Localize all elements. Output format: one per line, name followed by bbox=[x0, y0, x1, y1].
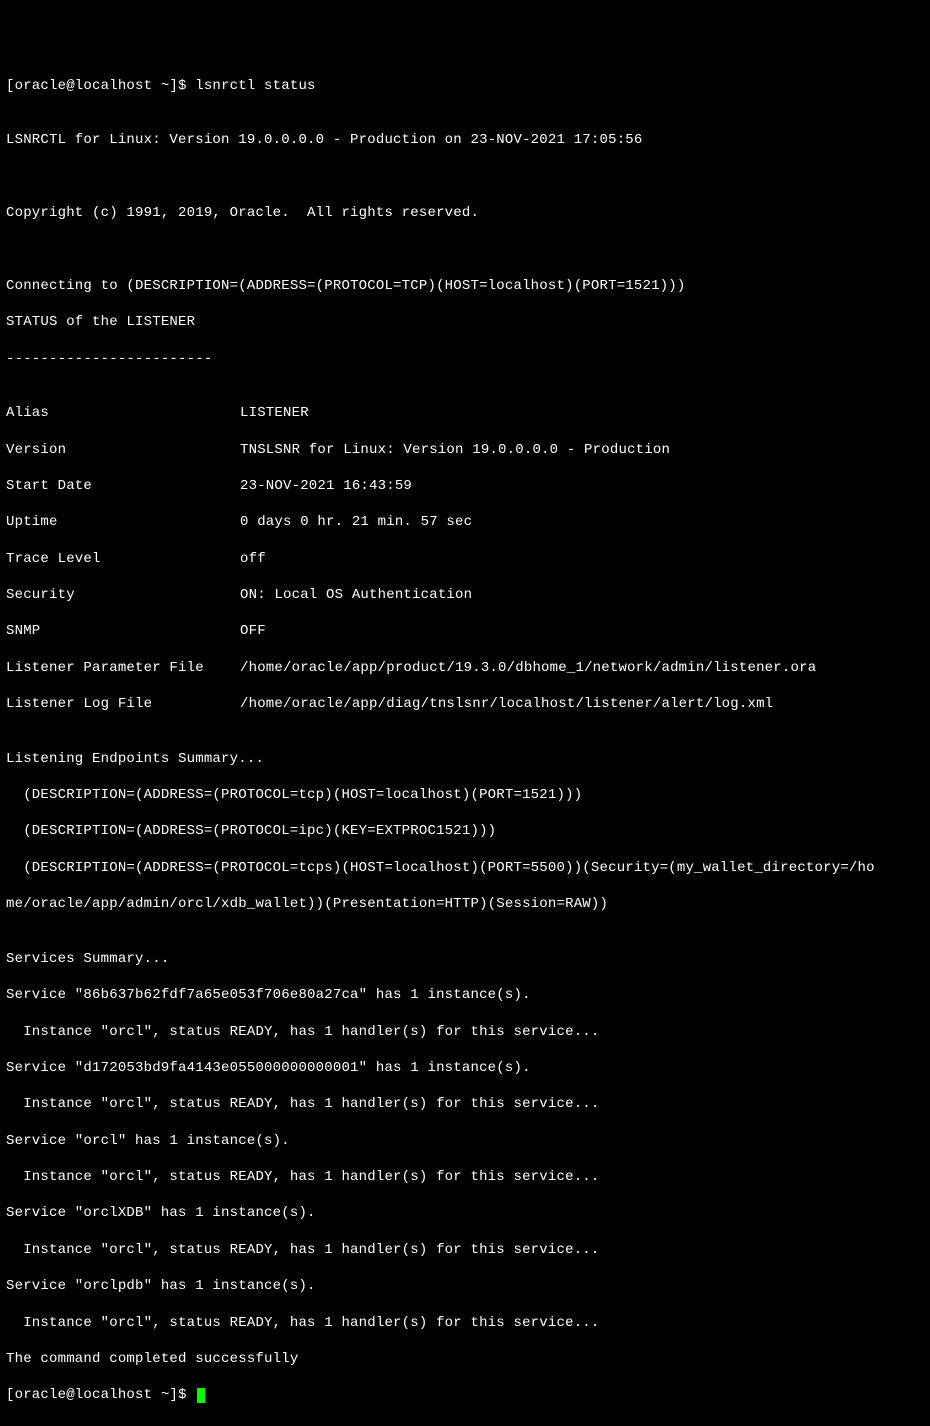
endpoint-line-wrap: me/oracle/app/admin/orcl/xdb_wallet))(Pr… bbox=[6, 895, 924, 913]
field-snmp: SNMPOFF bbox=[6, 622, 924, 640]
service-line: Service "orclpdb" has 1 instance(s). bbox=[6, 1277, 924, 1295]
copyright-line: Copyright (c) 1991, 2019, Oracle. All ri… bbox=[6, 204, 924, 222]
field-value: OFF bbox=[240, 622, 266, 640]
shell-prompt: [oracle@localhost ~]$ bbox=[6, 1387, 195, 1403]
field-value: TNSLSNR for Linux: Version 19.0.0.0.0 - … bbox=[240, 441, 670, 459]
status-header: STATUS of the LISTENER bbox=[6, 313, 924, 331]
services-header: Services Summary... bbox=[6, 950, 924, 968]
endpoint-line: (DESCRIPTION=(ADDRESS=(PROTOCOL=tcps)(HO… bbox=[6, 859, 924, 877]
field-start-date: Start Date23-NOV-2021 16:43:59 bbox=[6, 477, 924, 495]
field-security: SecurityON: Local OS Authentication bbox=[6, 586, 924, 604]
completed-line: The command completed successfully bbox=[6, 1350, 924, 1368]
field-label: Security bbox=[6, 586, 240, 604]
field-label: Start Date bbox=[6, 477, 240, 495]
cursor-icon bbox=[197, 1388, 205, 1403]
endpoint-line: (DESCRIPTION=(ADDRESS=(PROTOCOL=tcp)(HOS… bbox=[6, 786, 924, 804]
prompt-line-1[interactable]: [oracle@localhost ~]$ lsnrctl status bbox=[6, 77, 924, 95]
instance-line: Instance "orcl", status READY, has 1 han… bbox=[6, 1168, 924, 1186]
service-line: Service "86b637b62fdf7a65e053f706e80a27c… bbox=[6, 986, 924, 1004]
field-log-file: Listener Log File/home/oracle/app/diag/t… bbox=[6, 695, 924, 713]
field-value: /home/oracle/app/diag/tnslsnr/localhost/… bbox=[240, 695, 773, 713]
blank-line bbox=[6, 168, 924, 186]
field-trace-level: Trace Leveloff bbox=[6, 550, 924, 568]
field-value: 23-NOV-2021 16:43:59 bbox=[240, 477, 412, 495]
instance-line: Instance "orcl", status READY, has 1 han… bbox=[6, 1023, 924, 1041]
instance-line: Instance "orcl", status READY, has 1 han… bbox=[6, 1241, 924, 1259]
blank-line bbox=[6, 240, 924, 258]
field-value: off bbox=[240, 550, 266, 568]
field-value: /home/oracle/app/product/19.3.0/dbhome_1… bbox=[240, 659, 816, 677]
field-value: LISTENER bbox=[240, 404, 309, 422]
field-label: SNMP bbox=[6, 622, 240, 640]
service-line: Service "orclXDB" has 1 instance(s). bbox=[6, 1204, 924, 1222]
field-version: VersionTNSLSNR for Linux: Version 19.0.0… bbox=[6, 441, 924, 459]
field-label: Alias bbox=[6, 404, 240, 422]
instance-line: Instance "orcl", status READY, has 1 han… bbox=[6, 1314, 924, 1332]
field-alias: AliasLISTENER bbox=[6, 404, 924, 422]
instance-line: Instance "orcl", status READY, has 1 han… bbox=[6, 1095, 924, 1113]
shell-prompt: [oracle@localhost ~]$ bbox=[6, 78, 195, 94]
field-label: Uptime bbox=[6, 513, 240, 531]
endpoints-header: Listening Endpoints Summary... bbox=[6, 750, 924, 768]
field-label: Trace Level bbox=[6, 550, 240, 568]
endpoint-line: (DESCRIPTION=(ADDRESS=(PROTOCOL=ipc)(KEY… bbox=[6, 822, 924, 840]
field-label: Version bbox=[6, 441, 240, 459]
command-text: lsnrctl status bbox=[195, 78, 315, 94]
field-value: 0 days 0 hr. 21 min. 57 sec bbox=[240, 513, 472, 531]
field-uptime: Uptime0 days 0 hr. 21 min. 57 sec bbox=[6, 513, 924, 531]
lsnrctl-header: LSNRCTL for Linux: Version 19.0.0.0.0 - … bbox=[6, 131, 924, 149]
field-value: ON: Local OS Authentication bbox=[240, 586, 472, 604]
field-parameter-file: Listener Parameter File/home/oracle/app/… bbox=[6, 659, 924, 677]
divider-dashes: ------------------------ bbox=[6, 350, 924, 368]
service-line: Service "d172053bd9fa4143e05500000000000… bbox=[6, 1059, 924, 1077]
connecting-line: Connecting to (DESCRIPTION=(ADDRESS=(PRO… bbox=[6, 277, 924, 295]
service-line: Service "orcl" has 1 instance(s). bbox=[6, 1132, 924, 1150]
field-label: Listener Log File bbox=[6, 695, 240, 713]
prompt-line-2[interactable]: [oracle@localhost ~]$ bbox=[6, 1386, 924, 1404]
field-label: Listener Parameter File bbox=[6, 659, 240, 677]
